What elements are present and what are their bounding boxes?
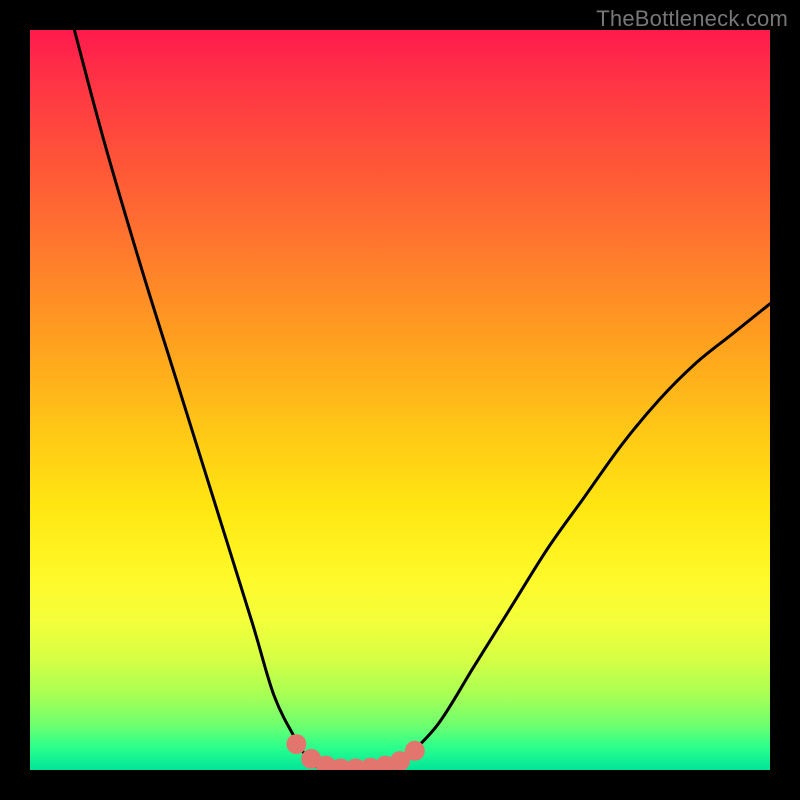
trough-markers (286, 734, 424, 770)
trough-marker (405, 741, 425, 761)
plot-area (30, 30, 770, 770)
trough-marker (286, 734, 306, 754)
bottleneck-curve (74, 30, 770, 770)
watermark-text: TheBottleneck.com (596, 6, 788, 32)
chart-svg (30, 30, 770, 770)
outer-frame: TheBottleneck.com (0, 0, 800, 800)
